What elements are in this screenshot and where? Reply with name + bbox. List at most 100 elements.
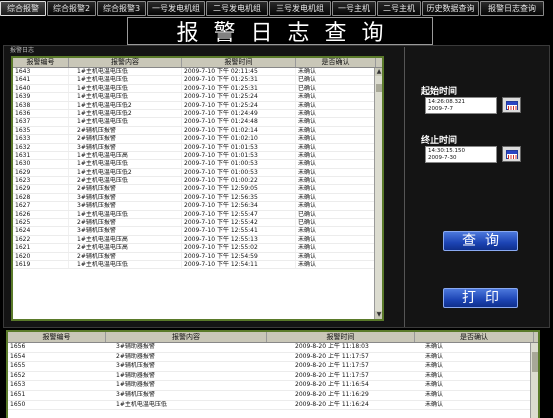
scroll-thumb[interactable] xyxy=(376,84,382,92)
cell-confirmed: 未确认 xyxy=(296,118,376,126)
alarm-log-scrollbar[interactable]: ▲ ▼ xyxy=(374,68,382,319)
tab-history-query[interactable]: 历史数据查询 xyxy=(422,1,479,16)
column-header-content[interactable]: 报警内容 xyxy=(69,58,182,67)
tab-comprehensive-alarm-3[interactable]: 综合报警3 xyxy=(97,1,146,16)
table-row[interactable]: 1632 3#辅机压报警 2009-7-10 下午 01:01:53 未确认 xyxy=(13,143,376,152)
table-row[interactable]: 1622 1#主机电温电压高 2009-7-10 下午 12:55:13 未确认 xyxy=(13,235,376,245)
current-alarm-header: 报警编号 报警内容 报警时间 是否确认 xyxy=(8,332,538,343)
tab-comprehensive-alarm-2[interactable]: 综合报警2 xyxy=(47,1,96,16)
cell-id: 1622 xyxy=(13,235,69,244)
current-alarm-scrollbar[interactable] xyxy=(530,343,538,418)
cell-id: 1633 xyxy=(13,135,69,143)
table-row[interactable]: 1624 3#辅机压报警 2009-7-10 下午 12:55:41 未确认 xyxy=(13,227,376,236)
print-button[interactable]: 打印 xyxy=(443,288,518,308)
table-row[interactable]: 1654 2#辅助器报警 2009-8-20 上午 11:17:57 未确认 xyxy=(8,353,534,363)
query-button[interactable]: 查询 xyxy=(443,231,518,251)
table-row[interactable]: 1621 2#主机电温电压高 2009-7-10 下午 12:55:02 未确认 xyxy=(13,244,376,253)
cell-time: 2009-8-20 上午 11:17:57 xyxy=(295,352,369,360)
cell-id: 1629 xyxy=(13,168,69,177)
table-row[interactable]: 1626 1#主机电温电压低 2009-7-10 下午 12:55:47 已确认 xyxy=(13,210,376,220)
start-calendar-button[interactable] xyxy=(502,97,521,113)
table-row[interactable]: 1652 1#辅助器报警 2009-8-20 上午 11:17:57 未确认 xyxy=(8,372,534,382)
cell-content: 1#主机电温电压低 xyxy=(69,84,182,93)
table-row[interactable]: 1627 3#辅机压报警 2009-7-10 下午 12:56:34 未确认 xyxy=(13,202,376,211)
table-row[interactable]: 1640 1#主机电温电压低 2009-7-10 下午 01:25:31 已确认 xyxy=(13,84,376,94)
table-row[interactable]: 1629 2#辅机压报警 2009-7-10 下午 12:59:05 未确认 xyxy=(13,185,376,194)
table-row[interactable]: 1623 2#主机电温电压低 2009-7-10 下午 01:00:22 未确认 xyxy=(13,177,376,186)
cell-content: 1#主机电温电压低 xyxy=(69,93,182,101)
column-header-confirmed[interactable]: 是否确认 xyxy=(296,58,376,67)
bottom-column-header-content[interactable]: 报警内容 xyxy=(106,332,267,342)
table-row[interactable]: 1637 1#主机电温电压低 2009-7-10 下午 01:24:48 未确认 xyxy=(13,118,376,127)
cell-id: 1650 xyxy=(10,400,26,408)
tab-comprehensive-alarm[interactable]: 综合报警 xyxy=(0,1,46,16)
table-row[interactable]: 1656 3#辅助器报警 2009-8-20 上午 11:18:03 未确认 xyxy=(8,343,534,353)
cell-id: 1620 xyxy=(13,252,69,260)
scroll-down-arrow-icon[interactable]: ▼ xyxy=(375,311,382,319)
table-row[interactable]: 1639 1#主机电温电压低 2009-7-10 下午 01:25:24 未确认 xyxy=(13,93,376,102)
bottom-column-header-id[interactable]: 报警编号 xyxy=(8,332,106,342)
cell-content: 3#辅机压报警 xyxy=(69,143,182,151)
table-row[interactable]: 1633 2#辅机压报警 2009-7-10 下午 01:02:10 未确认 xyxy=(13,135,376,144)
cell-time: 2009-8-20 上午 11:16:54 xyxy=(295,381,369,389)
tab-generator-3[interactable]: 三号发电机组 xyxy=(269,1,331,16)
table-row[interactable]: 1650 1#主机电温电压低 2009-8-20 上午 11:16:24 未确认 xyxy=(8,401,534,411)
cell-time: 2009-7-10 下午 12:54:11 xyxy=(182,260,296,269)
page-title-box: 报警日志查询 xyxy=(127,17,433,46)
cell-content: 3#辅助器报警 xyxy=(116,343,155,350)
bottom-column-header-confirmed[interactable]: 是否确认 xyxy=(415,332,534,342)
table-row[interactable]: 1653 1#辅助器报警 2009-8-20 上午 11:16:54 未确认 xyxy=(8,381,534,391)
cell-id: 1621 xyxy=(13,244,69,252)
cell-id: 1655 xyxy=(10,362,26,370)
table-row[interactable]: 1625 2#辅机压报警 2009-7-10 下午 12:55:42 已确认 xyxy=(13,219,376,228)
table-row[interactable]: 1629 1#主机电温电压低2 2009-7-10 下午 01:00:53 未确认 xyxy=(13,168,376,178)
column-header-id[interactable]: 报警编号 xyxy=(13,58,69,67)
cell-time: 2009-7-10 下午 12:55:13 xyxy=(182,235,296,244)
cell-content: 1#主机电温电压高 xyxy=(69,151,182,160)
table-row[interactable]: 1638 1#主机电温电压低2 2009-7-10 下午 01:25:24 未确认 xyxy=(13,101,376,110)
cell-content: 2#主机电温电压低 xyxy=(69,177,182,185)
column-header-time[interactable]: 报警时间 xyxy=(182,58,296,67)
cell-time: 2009-7-10 下午 02:11:45 xyxy=(182,68,296,76)
cell-time: 2009-7-10 下午 12:55:02 xyxy=(182,244,296,252)
cell-time: 2009-7-10 下午 01:00:22 xyxy=(182,177,296,185)
table-row[interactable]: 1619 1#主机电温电压低 2009-7-10 下午 12:54:11 未确认 xyxy=(13,260,376,270)
cell-confirmed: 已确认 xyxy=(296,84,376,93)
cell-time: 2009-8-20 上午 11:17:57 xyxy=(295,371,369,379)
bottom-scroll-thumb[interactable] xyxy=(532,352,538,372)
table-row[interactable]: 1641 1#主机电温电压低 2009-7-10 下午 01:25:31 已确认 xyxy=(13,76,376,85)
cell-confirmed: 未确认 xyxy=(296,260,376,269)
cell-id: 1639 xyxy=(13,93,69,101)
cell-time: 2009-7-10 下午 12:59:05 xyxy=(182,185,296,193)
tab-main-engine-1[interactable]: 一号主机 xyxy=(332,1,376,16)
end-time-label: 终止时间 xyxy=(421,136,458,146)
cell-confirmed: 未确认 xyxy=(425,371,444,379)
cell-id: 1624 xyxy=(13,227,69,235)
table-row[interactable]: 1630 1#主机电温电压低 2009-7-10 下午 01:00:53 未确认 xyxy=(13,160,376,169)
cell-content: 3#辅机压报警 xyxy=(69,202,182,210)
table-row[interactable]: 1635 2#辅机压报警 2009-7-10 下午 01:02:14 未确认 xyxy=(13,126,376,136)
table-row[interactable]: 1643 1#主机电温电压低 2009-7-10 下午 02:11:45 未确认 xyxy=(13,68,376,77)
bottom-column-header-time[interactable]: 报警时间 xyxy=(267,332,415,342)
tab-alarm-log-query[interactable]: 报警日志查询 xyxy=(480,1,544,16)
table-row[interactable]: 1651 3#辅机压报警 2009-8-20 上午 11:16:29 未确认 xyxy=(8,391,534,401)
cell-time: 2009-8-20 上午 11:16:24 xyxy=(295,400,369,408)
tab-main-engine-2[interactable]: 二号主机 xyxy=(377,1,421,16)
cell-content: 3#辅机压报警 xyxy=(116,390,155,398)
table-row[interactable]: 1628 3#辅机压报警 2009-7-10 下午 12:56:35 未确认 xyxy=(13,193,376,203)
tab-generator-2[interactable]: 二号发电机组 xyxy=(206,1,268,16)
tab-generator-1[interactable]: 一号发电机组 xyxy=(147,1,205,16)
table-row[interactable]: 1631 1#主机电温电压高 2009-7-10 下午 01:01:53 未确认 xyxy=(13,151,376,161)
cell-confirmed: 未确认 xyxy=(296,143,376,151)
alarm-log-grid[interactable]: 报警编号 报警内容 报警时间 是否确认 1643 1#主机电温电压低 2009-7-… xyxy=(11,56,384,321)
scroll-up-arrow-icon[interactable]: ▲ xyxy=(375,68,382,76)
table-row[interactable]: 1636 1#主机电温电压低2 2009-7-10 下午 01:24:49 未确认 xyxy=(13,109,376,119)
cell-id: 1631 xyxy=(13,151,69,160)
end-calendar-button[interactable] xyxy=(502,146,521,162)
end-time-picker[interactable]: 14:30:15.150 2009-7-30 xyxy=(425,146,497,163)
cell-confirmed: 未确认 xyxy=(296,252,376,260)
table-row[interactable]: 1620 2#辅机压报警 2009-7-10 下午 12:54:59 未确认 xyxy=(13,252,376,261)
table-row[interactable]: 1655 3#辅机压报警 2009-8-20 上午 11:17:57 未确认 xyxy=(8,362,534,372)
start-time-picker[interactable]: 14:26:08.321 2009-7-7 xyxy=(425,97,497,114)
current-alarm-grid[interactable]: 报警编号 报警内容 报警时间 是否确认 1656 3#辅助器报警 2009-8-20… xyxy=(6,330,540,418)
